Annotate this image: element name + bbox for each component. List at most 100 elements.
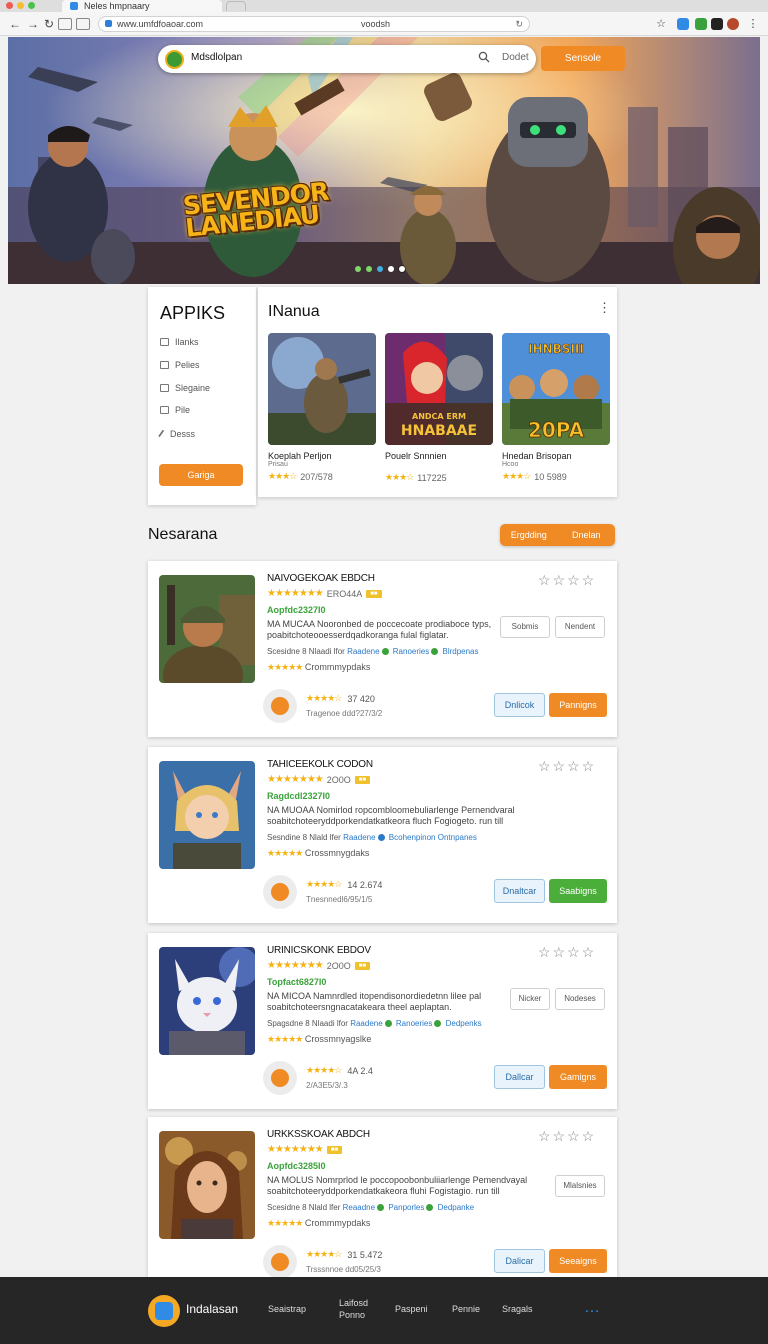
meta-link-3[interactable]: Dedpanke: [438, 1203, 474, 1212]
reviews-text: Crommmypdaks: [304, 662, 371, 672]
app-card-1[interactable]: TAHICEEKOLK CODON ☆☆☆☆ ★★★★★★★ 2O0O ■■ R…: [148, 747, 617, 923]
favorite-stars-icon[interactable]: ☆☆☆☆: [538, 944, 596, 961]
install-button[interactable]: Gamigns: [549, 1065, 607, 1089]
new-tab-button[interactable]: [226, 1, 246, 11]
maximize-window-button[interactable]: [28, 2, 35, 9]
green-dot-icon: [426, 1204, 434, 1211]
sidebar-item-label: Slegaine: [175, 383, 211, 393]
more-options-icon[interactable]: ⋮: [598, 301, 611, 314]
app-thumbnail-0: [159, 575, 255, 683]
carousel-dot-0[interactable]: [355, 266, 361, 272]
browser-tab-active[interactable]: Neles hmpnaary: [62, 0, 222, 12]
footer-link-1[interactable]: Laifosd Ponno: [339, 1297, 379, 1321]
app-card-3[interactable]: URKKSSKOAK ABDCH ☆☆☆☆ ★★★★★★★ ■■ Aopfdc3…: [148, 1117, 617, 1279]
meta-link-2[interactable]: Ranoeries: [393, 647, 429, 656]
address-reload-icon[interactable]: ↻: [515, 17, 523, 31]
sidebar-item-2[interactable]: Slegaine: [160, 383, 210, 393]
meta-link-1[interactable]: Raadene: [343, 833, 375, 842]
meta-link-1[interactable]: Raadene: [350, 1019, 382, 1028]
details-button[interactable]: Dalicar: [494, 1249, 545, 1273]
carousel-dot-2[interactable]: [377, 266, 383, 272]
footer-link-2[interactable]: Paspeni: [395, 1303, 428, 1315]
sidebar-toggle-icon[interactable]: [58, 18, 72, 30]
tabs-overview-icon[interactable]: [76, 18, 90, 30]
close-window-button[interactable]: [6, 2, 13, 9]
footer-subtext: 2/A3E5/3/.3: [306, 1081, 348, 1090]
bookmark-star-icon[interactable]: ☆: [654, 16, 668, 32]
footer-link-4[interactable]: Sragals: [502, 1303, 533, 1315]
app-card-0[interactable]: NAIVOGEKOAK EBDCH ☆☆☆☆ ★★★★★★★ ERO44A ■■…: [148, 561, 617, 737]
meta-link-2[interactable]: Ranoeries: [396, 1019, 432, 1028]
back-arrow-icon[interactable]: ←: [8, 16, 22, 32]
thumbs-up-icon[interactable]: [695, 18, 707, 30]
rating-stars: ★★★☆: [502, 471, 531, 481]
footer-logo-icon[interactable]: [148, 1295, 180, 1327]
sidebar-item-4[interactable]: Desss: [158, 429, 195, 439]
favorite-stars-icon[interactable]: ☆☆☆☆: [538, 1128, 596, 1145]
app-title: URINICSKONK EBDOV: [267, 945, 371, 956]
app-secondary-button-2[interactable]: Nodeses: [555, 988, 605, 1010]
app-secondary-button-2[interactable]: Mlalsnies: [555, 1175, 605, 1197]
forward-arrow-icon[interactable]: →: [26, 16, 40, 32]
footer-more-icon[interactable]: …: [584, 1299, 600, 1317]
extension-dark-icon[interactable]: [711, 18, 723, 30]
sidebar-item-0[interactable]: Ilanks: [160, 337, 199, 347]
details-button[interactable]: Dnlicok: [494, 693, 545, 717]
featured-image-text-1a: ANDCA ERM: [412, 412, 466, 421]
app-secondary-button-1[interactable]: Nicker: [510, 988, 550, 1010]
app-card-2[interactable]: URINICSKONK EBDOV ☆☆☆☆ ★★★★★★★ 2O0O ■■ T…: [148, 933, 617, 1109]
featured-card-0[interactable]: Koeplah Perljon Prisau ★★★☆ 207/578: [268, 333, 376, 482]
extension-icon[interactable]: [677, 18, 689, 30]
sidebar-item-3[interactable]: Pile: [160, 405, 190, 415]
meta-link-3[interactable]: Ontnpanes: [438, 833, 477, 842]
footer-link-3[interactable]: Pennie: [452, 1303, 480, 1315]
meta-link-1[interactable]: Reaadne: [343, 1203, 375, 1212]
app-publisher-icon: [263, 875, 297, 909]
app-meta: Sesndine 8 Nlald lfer Raadene Bcohenpino…: [267, 833, 477, 842]
details-button[interactable]: Dnaltcar: [494, 879, 545, 903]
app-description: NA MICOA Namnrdled itopendisonordiedetnn…: [267, 991, 482, 1012]
favorite-stars-icon[interactable]: ☆☆☆☆: [538, 758, 596, 775]
sidebar-action-button[interactable]: Gariga: [159, 464, 243, 486]
app-secondary-button-1[interactable]: Sobmis: [500, 616, 550, 638]
meta-link-2[interactable]: Panporles: [388, 1203, 424, 1212]
featured-card-2[interactable]: IHNBSIII 20PA Hnedan Brisopan Hcoo ★★★☆ …: [502, 333, 610, 482]
install-button[interactable]: Saabigns: [549, 879, 607, 903]
box-icon: [160, 384, 169, 392]
search-input[interactable]: Dodet: [502, 52, 529, 63]
carousel-dot-4[interactable]: [399, 266, 405, 272]
footer-link-0[interactable]: Seaistrap: [268, 1303, 306, 1315]
hero-search-bar[interactable]: Mdsdlolpan Dodet: [158, 45, 536, 73]
section-toggle-right[interactable]: Dnelan: [558, 524, 616, 546]
meta-link-3[interactable]: Dedpenks: [446, 1019, 482, 1028]
hero-cta-button[interactable]: Sensole: [541, 46, 625, 71]
details-button[interactable]: Dallcar: [494, 1065, 545, 1089]
meta-link-2[interactable]: Bcohenpinon: [389, 833, 436, 842]
section-toggle[interactable]: Ergdding Dnelan: [500, 524, 615, 546]
section-toggle-left[interactable]: Ergdding: [500, 524, 558, 546]
sidebar-item-1[interactable]: Pelies: [160, 360, 200, 370]
meta-link-1[interactable]: Raadene: [347, 647, 379, 656]
featured-image-text-1b: HNABAAE: [401, 423, 477, 439]
app-secondary-button-2[interactable]: Nendent: [555, 616, 605, 638]
meta-link-3[interactable]: Blrdpenas: [442, 647, 478, 656]
featured-sub-0: Prisau: [268, 461, 288, 468]
reload-icon[interactable]: ↻: [42, 16, 56, 32]
carousel-dot-1[interactable]: [366, 266, 372, 272]
site-info-icon[interactable]: [105, 20, 112, 27]
profile-avatar[interactable]: [727, 18, 739, 30]
footer-subtext: Trsssnnoe dd05/25/3: [306, 1265, 381, 1274]
hero-banner[interactable]: Mdsdlolpan Dodet Sensole SEVENDOR LANEDI…: [8, 37, 760, 284]
search-icon[interactable]: [478, 51, 490, 63]
app-thumbnail-2: [159, 947, 255, 1055]
featured-card-1[interactable]: ANDCA ERM HNABAAE Pouelr Snnnien ★★★☆ 11…: [385, 333, 493, 483]
install-button[interactable]: Pannigns: [549, 693, 607, 717]
favorite-stars-icon[interactable]: ☆☆☆☆: [538, 572, 596, 589]
carousel-dot-3[interactable]: [388, 266, 394, 272]
address-bar[interactable]: www.umfdfoaoar.com voodsh ↻: [98, 16, 530, 32]
more-menu-icon[interactable]: ⋮: [746, 16, 760, 32]
install-button[interactable]: Seeaigns: [549, 1249, 607, 1273]
minimize-window-button[interactable]: [17, 2, 24, 9]
site-logo-icon: [165, 50, 184, 69]
rating-stars: ★★★★☆: [306, 1065, 342, 1075]
